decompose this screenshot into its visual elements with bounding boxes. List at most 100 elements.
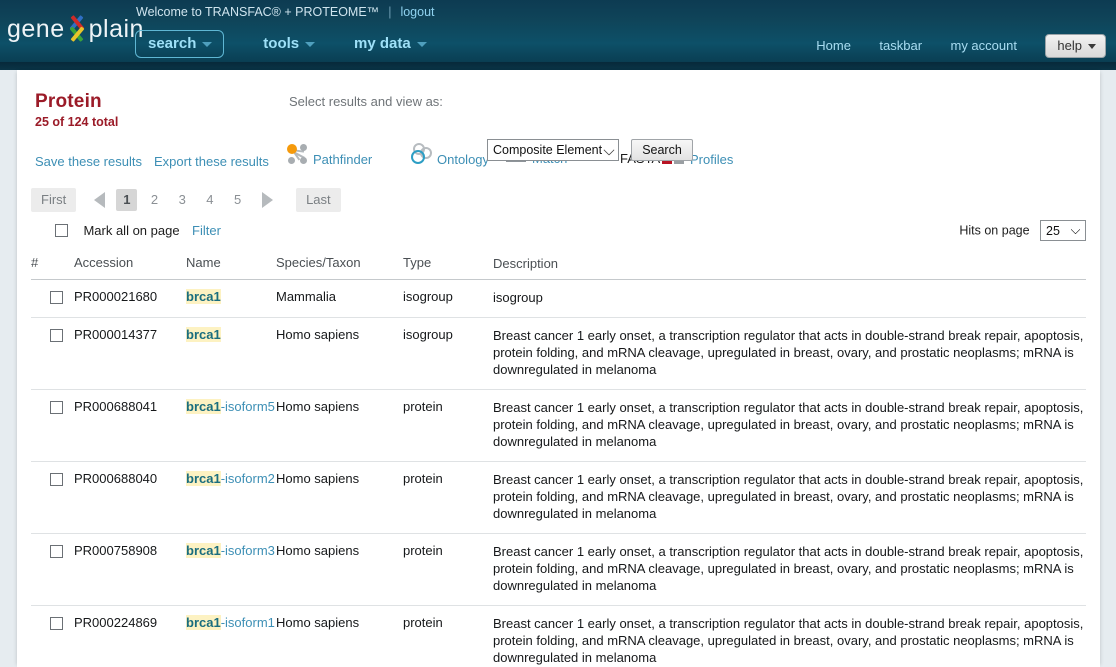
row-checkbox[interactable] [50, 617, 63, 631]
cell-species: Mammalia [276, 289, 336, 304]
name-isoform: -isoform1 [220, 615, 275, 630]
column-header-type: Type [403, 255, 432, 270]
utility-nav: Home taskbar my account help [792, 34, 1106, 58]
cell-species: Homo sapiens [276, 471, 360, 486]
page-last-button[interactable]: Last [296, 188, 341, 212]
table-row[interactable]: PR000014377 brca1 Homo sapiens isogroup Brea… [31, 318, 1086, 390]
logo-x-icon [64, 14, 90, 44]
nav-home[interactable]: Home [816, 38, 851, 53]
cell-accession: PR000014377 [74, 327, 158, 342]
row-select-cell [31, 280, 74, 317]
table-row[interactable]: PR000224869 brca1-isoform1 Homo sapiens pro… [31, 606, 1086, 667]
cell-name[interactable]: brca1-isoform5 [186, 390, 276, 461]
nav-taskbar[interactable]: taskbar [879, 38, 922, 53]
row-select-cell [31, 462, 74, 533]
row-checkbox[interactable] [50, 291, 63, 305]
page-prev-icon[interactable] [93, 192, 105, 208]
cell-type: protein [403, 399, 443, 414]
table-row[interactable]: PR000021680 brca1 Mammalia isogroup isogroup [31, 280, 1086, 318]
name-highlight: brca1 [186, 543, 221, 558]
cell-description: Breast cancer 1 early onset, a transcrip… [493, 544, 1084, 593]
page-number-2[interactable]: 2 [144, 189, 165, 211]
column-header-species: Species/Taxon [276, 255, 361, 270]
element-type-select[interactable]: Composite Element [487, 139, 619, 161]
row-checkbox[interactable] [50, 545, 63, 559]
nav-tools-label: tools [263, 35, 300, 52]
welcome-message: Welcome to TRANSFAC® + PROTEOME™ | logout [136, 5, 435, 19]
results-table: # Accession Name Species/Taxon Type Desc… [31, 250, 1086, 667]
export-results-link[interactable]: Export these results [154, 154, 269, 169]
name-isoform: -isoform2 [220, 471, 275, 486]
cell-name[interactable]: brca1 [186, 318, 276, 389]
top-navigation-bar: gene plain Welcome to TRANSFAC® + PROTEOM… [0, 0, 1116, 70]
page-number-4[interactable]: 4 [199, 189, 220, 211]
cell-accession: PR000688041 [74, 399, 158, 414]
cell-species: Homo sapiens [276, 399, 360, 414]
cell-accession: PR000021680 [74, 289, 158, 304]
table-row[interactable]: PR000688040 brca1-isoform2 Homo sapiens pro… [31, 462, 1086, 534]
cell-name[interactable]: brca1-isoform3 [186, 534, 276, 605]
genexplain-logo[interactable]: gene plain [7, 14, 143, 48]
row-checkbox[interactable] [50, 329, 63, 343]
table-row[interactable]: PR000758908 brca1-isoform3 Homo sapiens pro… [31, 534, 1086, 606]
table-body: PR000021680 brca1 Mammalia isogroup isogroup… [31, 280, 1086, 667]
cell-type: protein [403, 471, 443, 486]
mark-all-label: Mark all on page [83, 223, 180, 239]
mark-all-checkbox[interactable] [55, 224, 68, 238]
nav-my-data[interactable]: my data [354, 31, 427, 57]
cell-species: Homo sapiens [276, 615, 360, 630]
nav-search[interactable]: search [135, 30, 225, 58]
chevron-down-icon [1088, 44, 1096, 50]
welcome-separator: | [388, 5, 392, 19]
view-ontology[interactable]: Ontology [409, 142, 489, 176]
chevron-down-icon [1070, 224, 1081, 235]
cell-name[interactable]: brca1-isoform2 [186, 462, 276, 533]
cell-description: Breast cancer 1 early onset, a transcrip… [493, 400, 1084, 449]
cell-type: protein [403, 615, 443, 630]
page-next-icon[interactable] [261, 192, 273, 208]
ontology-icon [409, 142, 433, 166]
pathfinder-icon [287, 142, 309, 166]
content-panel: Protein 25 of 124 total Save these resul… [17, 70, 1100, 667]
select-results-label: Select results and view as: [289, 94, 443, 109]
chevron-down-icon [202, 41, 213, 47]
page-number-3[interactable]: 3 [172, 189, 193, 211]
cell-type: isogroup [403, 289, 453, 304]
name-highlight: brca1 [186, 399, 221, 414]
nav-my-data-label: my data [354, 35, 411, 52]
table-header-row: # Accession Name Species/Taxon Type Desc… [31, 250, 1086, 280]
name-highlight: brca1 [186, 289, 221, 304]
filter-link[interactable]: Filter [192, 223, 221, 238]
result-count: 25 of 124 total [35, 115, 119, 129]
pagination: First 1 2 3 4 5 Last [31, 188, 347, 212]
column-header-description: Description [493, 256, 559, 271]
nav-tools[interactable]: tools [263, 31, 316, 57]
mark-all-row: Mark all on page Filter [55, 222, 221, 240]
view-pathfinder[interactable]: Pathfinder [287, 142, 372, 176]
chevron-down-icon [416, 41, 427, 47]
view-profiles-label: Profiles [690, 151, 734, 167]
page-number-5[interactable]: 5 [227, 189, 248, 211]
cell-name[interactable]: brca1 [186, 280, 276, 317]
name-highlight: brca1 [186, 327, 221, 342]
row-select-cell [31, 390, 74, 461]
chevron-down-icon [603, 144, 615, 156]
page-number-1[interactable]: 1 [116, 189, 138, 211]
search-button[interactable]: Search [631, 139, 693, 161]
logout-link[interactable]: logout [400, 5, 434, 19]
hits-on-page-select[interactable]: 25 [1040, 220, 1086, 241]
cell-name[interactable]: brca1-isoform1 [186, 606, 276, 667]
nav-my-account[interactable]: my account [950, 38, 1016, 53]
cell-type: protein [403, 543, 443, 558]
row-checkbox[interactable] [50, 401, 63, 415]
help-button[interactable]: help [1045, 34, 1106, 58]
table-row[interactable]: PR000688041 brca1-isoform5 Homo sapiens pro… [31, 390, 1086, 462]
page-first-button[interactable]: First [31, 188, 77, 212]
page-background: Protein 25 of 124 total Save these resul… [0, 70, 1116, 667]
row-checkbox[interactable] [50, 473, 63, 487]
column-header-number: # [31, 255, 39, 270]
chevron-down-icon [305, 41, 316, 47]
row-select-cell [31, 606, 74, 667]
cell-type: isogroup [403, 327, 453, 342]
save-results-link[interactable]: Save these results [35, 154, 142, 169]
